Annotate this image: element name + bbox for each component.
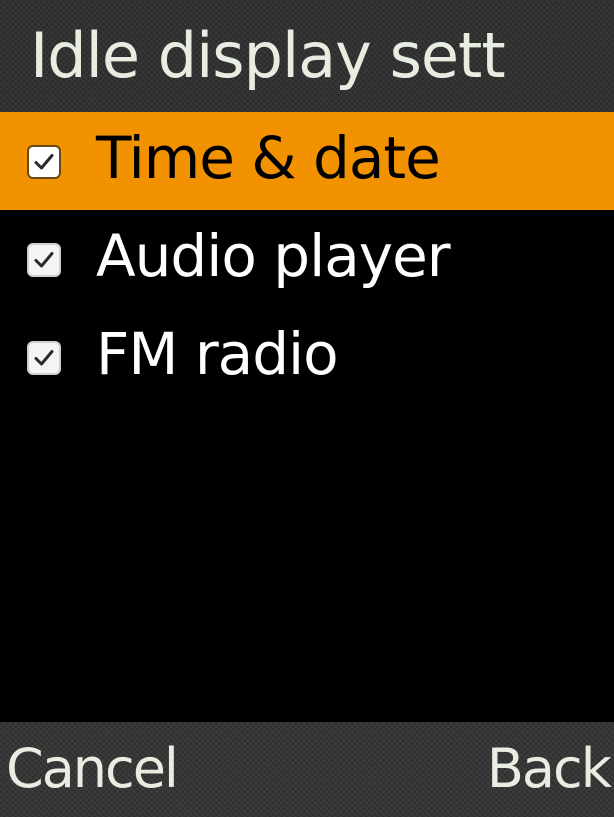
checkbox-checked-icon[interactable]	[27, 145, 61, 179]
list-item-label: Time & date	[96, 124, 441, 192]
phone-screen: Idle display sett Time & date Audio play…	[0, 0, 614, 817]
cancel-softkey[interactable]: Cancel	[6, 734, 179, 804]
back-softkey[interactable]: Back	[487, 734, 612, 804]
softkey-bar: Cancel Back	[0, 722, 614, 817]
checkmark-icon	[34, 252, 54, 268]
list-item-time-date[interactable]: Time & date	[0, 112, 614, 210]
settings-list: Time & date Audio player FM radio	[0, 112, 614, 406]
checkmark-icon	[34, 350, 54, 366]
checkbox-checked-icon[interactable]	[27, 243, 61, 277]
list-item-label: Audio player	[96, 222, 451, 290]
list-item-label: FM radio	[96, 320, 339, 388]
checkmark-icon	[34, 154, 54, 170]
list-item-audio-player[interactable]: Audio player	[0, 210, 614, 308]
checkbox-checked-icon[interactable]	[27, 341, 61, 375]
page-title: Idle display sett	[30, 19, 506, 92]
list-item-fm-radio[interactable]: FM radio	[0, 308, 614, 406]
title-bar: Idle display sett	[0, 0, 614, 112]
